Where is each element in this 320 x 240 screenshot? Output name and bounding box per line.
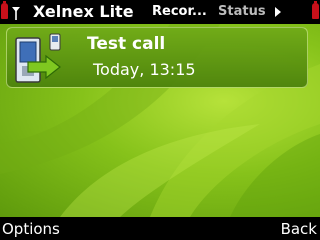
softkey-bar: Options Back — [0, 217, 320, 240]
tab-records[interactable]: Recor... — [152, 3, 207, 21]
tab-status[interactable]: Status — [218, 3, 266, 21]
tab-scroll-right-icon[interactable] — [275, 7, 281, 17]
back-softkey[interactable]: Back — [281, 219, 317, 239]
entry-name: Test call — [87, 34, 166, 54]
status-bar: Xelnex Lite Recor... Status — [0, 0, 320, 24]
phone-screen: Xelnex Lite Recor... Status Test call To… — [0, 0, 320, 240]
list-item[interactable]: Test call Today, 13:15 — [6, 27, 308, 88]
battery-icon — [312, 1, 319, 19]
antenna-icon — [12, 7, 20, 20]
options-softkey[interactable]: Options — [2, 219, 60, 239]
app-title: Xelnex Lite — [33, 2, 134, 21]
outgoing-call-icon — [15, 33, 61, 83]
signal-strength-icon — [1, 1, 8, 19]
content-area: Test call Today, 13:15 — [0, 24, 320, 217]
entry-timestamp: Today, 13:15 — [93, 60, 196, 79]
